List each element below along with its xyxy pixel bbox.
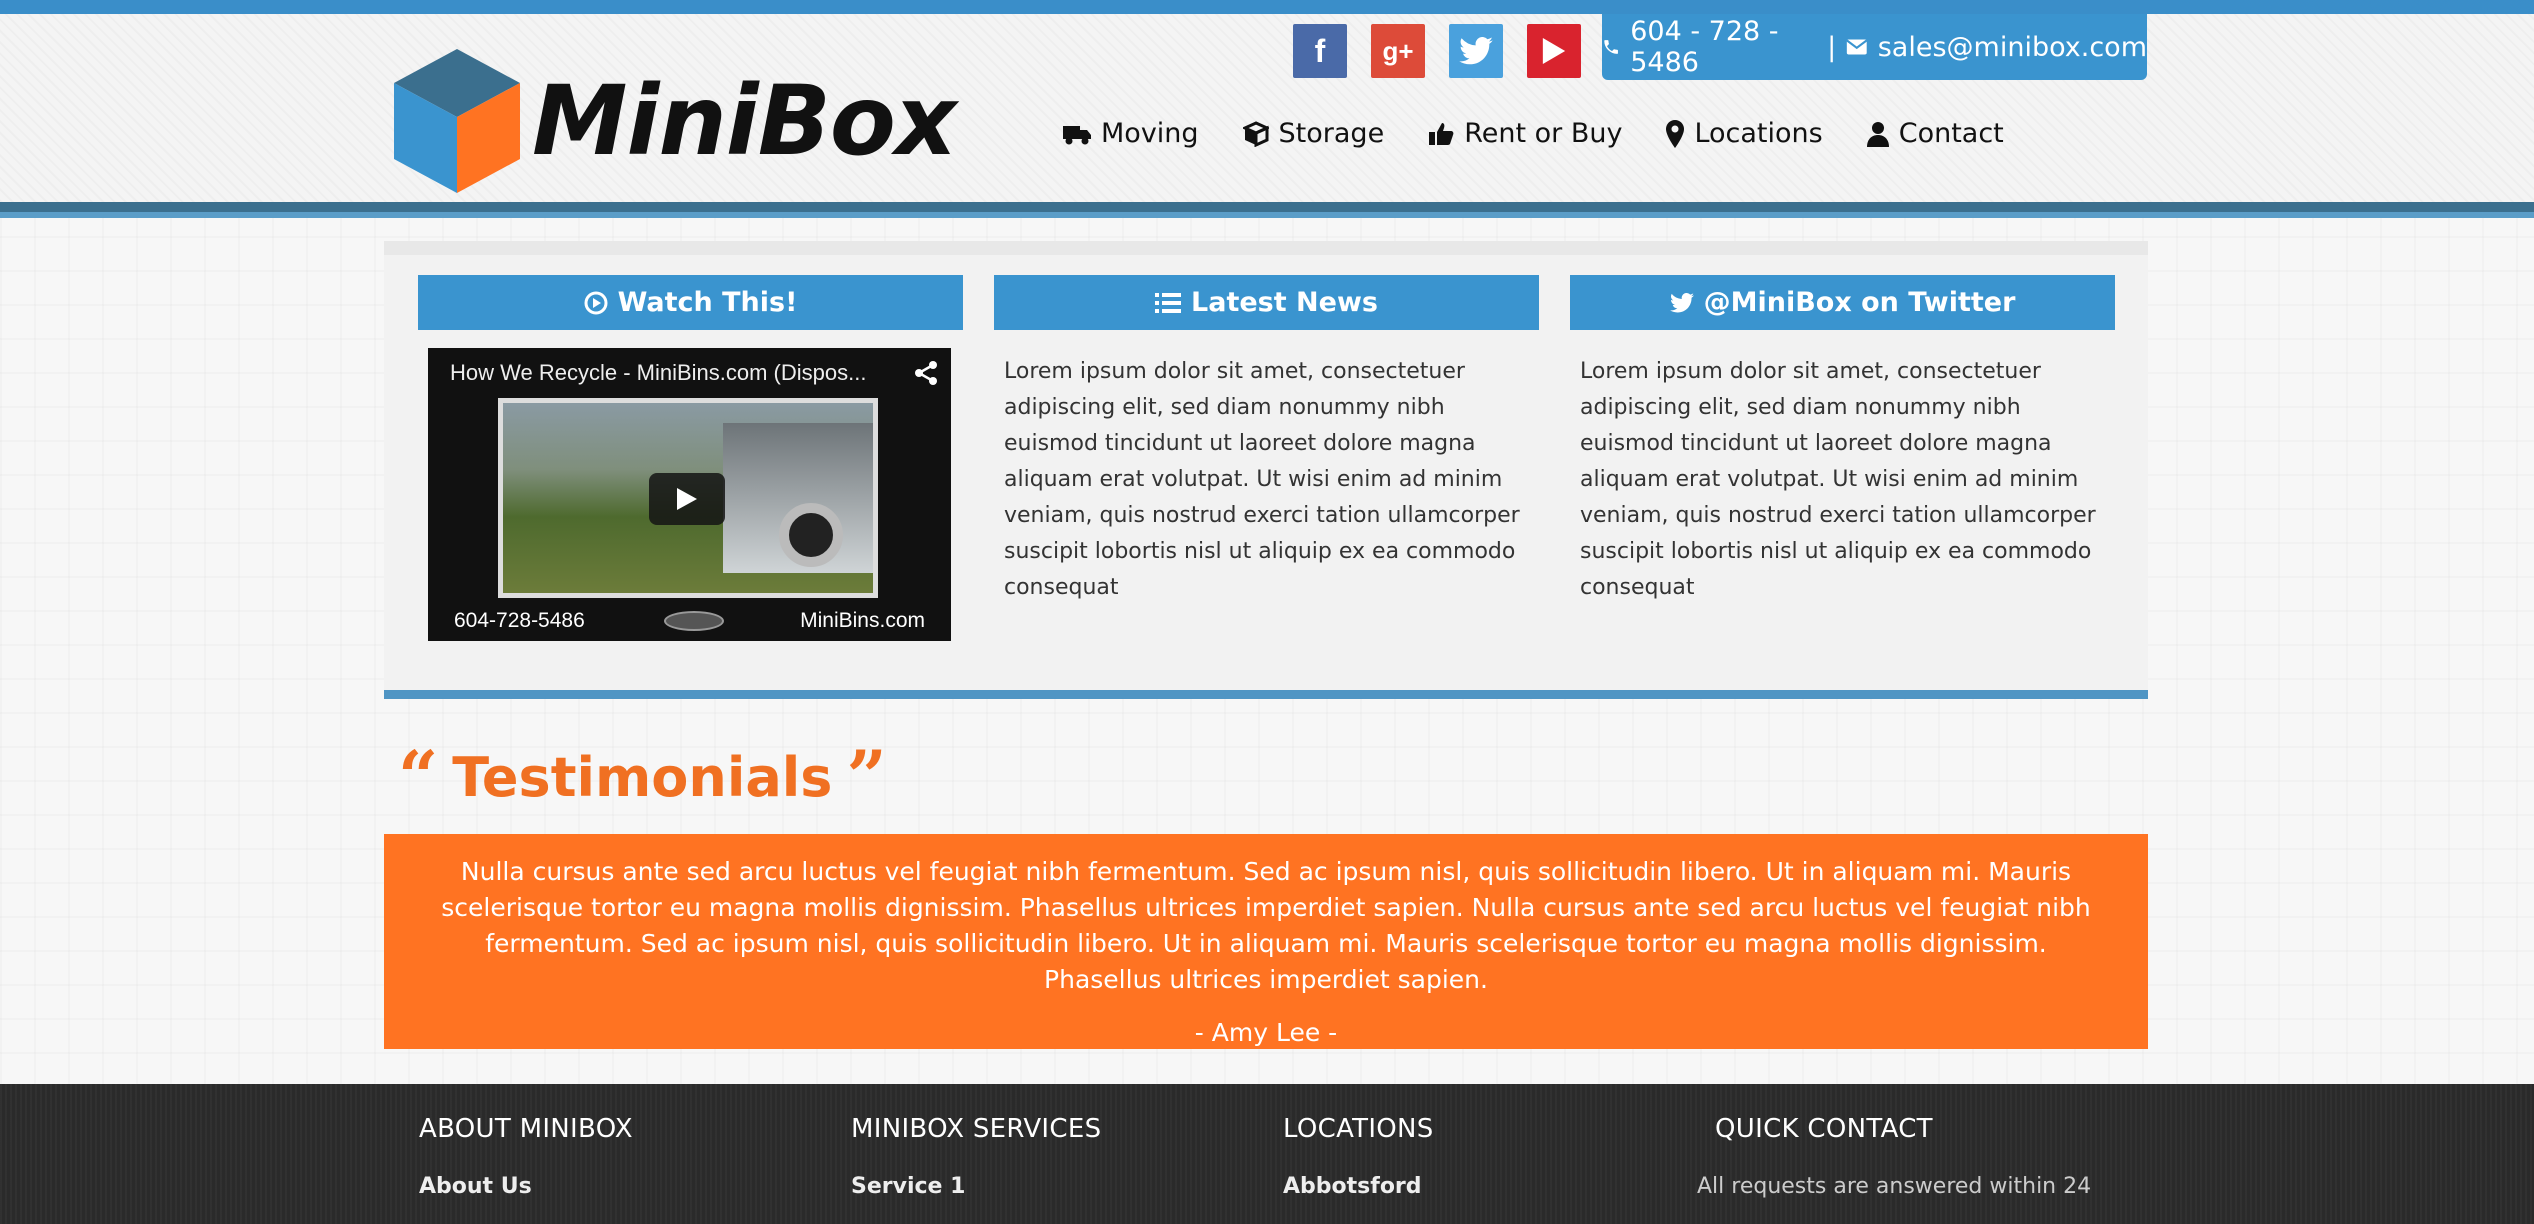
site-footer: ABOUT MINIBOX About Us MINIBOX SERVICES … xyxy=(0,1084,2534,1224)
footer-services-title: MINIBOX SERVICES xyxy=(851,1114,1102,1144)
quote-left-icon: “ xyxy=(398,735,439,818)
footer-services: MINIBOX SERVICES Service 1 xyxy=(851,1114,1101,1199)
testimonials-heading: “ Testimonials ” xyxy=(398,742,887,812)
google-plus-glyph: g+ xyxy=(1382,35,1414,66)
news-column: Latest News Lorem ipsum dolor sit amet, … xyxy=(994,275,1539,606)
footer-locations-title: LOCATIONS xyxy=(1283,1114,1434,1144)
map-marker-icon xyxy=(1666,119,1685,148)
truck-image xyxy=(723,423,873,573)
twitter-body: Lorem ipsum dolor sit amet, consectetuer… xyxy=(1580,359,2096,600)
twitter-icon[interactable] xyxy=(1449,24,1503,78)
twitter-bird-icon xyxy=(1459,37,1493,65)
news-header: Latest News xyxy=(994,275,1539,330)
nav-item-locations[interactable]: Locations xyxy=(1666,118,1823,149)
nav-label-rent-or-buy: Rent or Buy xyxy=(1464,118,1623,149)
watch-header: Watch This! xyxy=(418,275,963,330)
logo-wordmark: MiniBox xyxy=(532,65,957,177)
envelope-icon xyxy=(1846,39,1868,55)
contact-separator: | xyxy=(1827,31,1837,63)
twitter-title: @MiniBox on Twitter xyxy=(1703,287,2016,318)
nav-label-moving: Moving xyxy=(1101,118,1199,149)
thumbs-up-icon xyxy=(1428,121,1454,147)
quote-right-icon: ” xyxy=(846,735,887,818)
footer-service-link[interactable]: Service 1 xyxy=(851,1174,1101,1199)
facebook-glyph: f xyxy=(1314,32,1326,69)
facebook-icon[interactable]: f xyxy=(1293,24,1347,78)
watch-title: Watch This! xyxy=(617,287,798,318)
nav-item-rent-or-buy[interactable]: Rent or Buy xyxy=(1428,118,1622,149)
nav-label-storage: Storage xyxy=(1278,118,1385,149)
cube-logo-icon xyxy=(394,49,520,193)
video-title: How We Recycle - MiniBins.com (Dispos... xyxy=(450,360,867,385)
play-icon xyxy=(677,488,697,510)
news-title: Latest News xyxy=(1191,287,1378,318)
phone-link[interactable]: 604 - 728 - 5486 xyxy=(1630,16,1817,78)
header-divider-accent xyxy=(0,212,2534,218)
testimonial-text: Nulla cursus ante sed arcu luctus vel fe… xyxy=(441,857,2091,994)
twitter-column: @MiniBox on Twitter Lorem ipsum dolor si… xyxy=(1570,275,2115,606)
phone-icon xyxy=(1604,40,1618,54)
video-site: MiniBins.com xyxy=(800,609,925,632)
footer-quick-title: QUICK CONTACT xyxy=(1715,1114,1933,1144)
header-contact-box: 604 - 728 - 5486 | sales@minibox.com xyxy=(1602,14,2147,80)
panel-divider xyxy=(384,690,2148,699)
watch-column: Watch This! xyxy=(418,275,963,330)
nav-item-moving[interactable]: Moving xyxy=(1063,118,1199,149)
nav-label-contact: Contact xyxy=(1898,118,2004,149)
play-circle-icon xyxy=(584,291,608,314)
truck-icon xyxy=(1063,123,1091,145)
testimonials-title: Testimonials xyxy=(452,745,833,809)
social-links: f g+ xyxy=(1293,24,1581,78)
main-nav: Moving Storage Rent or Buy Locations Con… xyxy=(1063,118,2004,149)
email-link[interactable]: sales@minibox.com xyxy=(1878,32,2147,63)
play-triangle-icon xyxy=(1542,38,1566,64)
news-body: Lorem ipsum dolor sit amet, consectetuer… xyxy=(1004,359,1520,600)
video-play-button[interactable] xyxy=(649,473,725,525)
header-divider xyxy=(0,202,2534,212)
box-icon xyxy=(1242,120,1269,147)
google-plus-icon[interactable]: g+ xyxy=(1371,24,1425,78)
testimonial-card: Nulla cursus ante sed arcu luctus vel fe… xyxy=(384,834,2148,1049)
testimonial-author: - Amy Lee - xyxy=(1194,1018,1338,1047)
nav-item-storage[interactable]: Storage xyxy=(1242,118,1385,149)
video-player[interactable]: How We Recycle - MiniBins.com (Dispos...… xyxy=(428,348,951,641)
footer-quick-contact: QUICK CONTACT All requests are answered … xyxy=(1697,1114,2091,1199)
footer-location-link[interactable]: Abbotsford xyxy=(1283,1174,1434,1199)
footer-locations: LOCATIONS Abbotsford xyxy=(1283,1114,1434,1199)
site-header xyxy=(0,14,2534,202)
footer-quick-text: All requests are answered within 24 xyxy=(1697,1174,2092,1199)
nav-item-contact[interactable]: Contact xyxy=(1866,118,2004,149)
list-icon xyxy=(1155,292,1182,313)
footer-about-title: ABOUT MINIBOX xyxy=(419,1114,633,1144)
video-brand-logo xyxy=(664,611,724,631)
footer-about-link[interactable]: About Us xyxy=(419,1174,633,1199)
twitter-icon xyxy=(1669,292,1694,312)
share-icon[interactable] xyxy=(913,360,939,390)
video-phone: 604-728-5486 xyxy=(454,609,585,632)
nav-label-locations: Locations xyxy=(1694,118,1823,149)
youtube-icon[interactable] xyxy=(1527,24,1581,78)
site-logo[interactable]: MiniBox xyxy=(392,46,957,196)
footer-about: ABOUT MINIBOX About Us xyxy=(419,1114,633,1199)
user-icon xyxy=(1866,121,1889,147)
twitter-header: @MiniBox on Twitter xyxy=(1570,275,2115,330)
top-accent-bar xyxy=(0,0,2534,14)
truck-wheel xyxy=(779,503,843,567)
